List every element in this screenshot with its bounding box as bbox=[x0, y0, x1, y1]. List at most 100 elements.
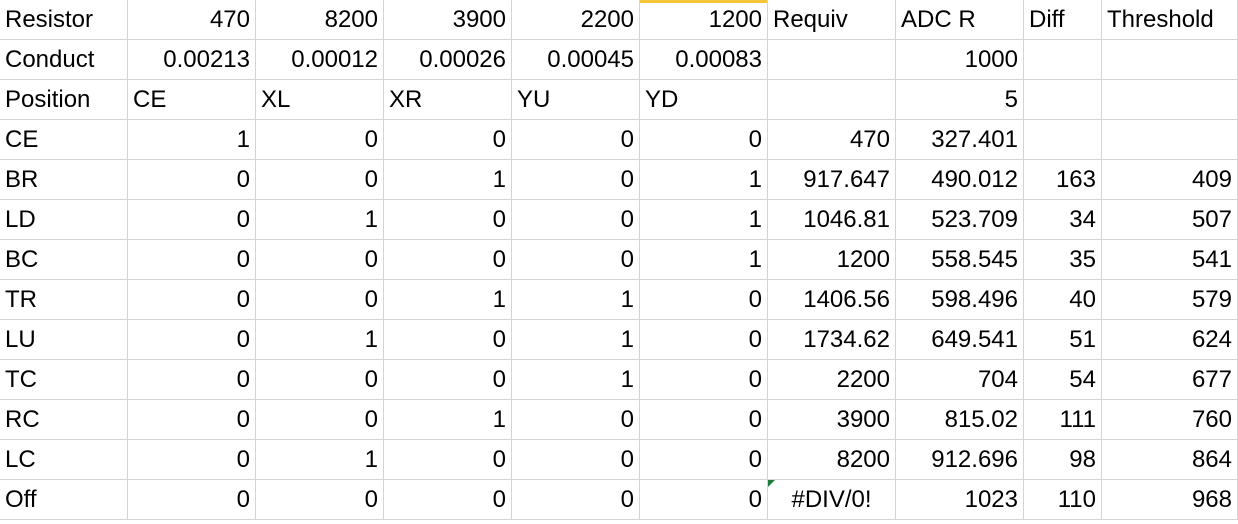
cell-b1[interactable]: 470 bbox=[128, 0, 256, 40]
cell-b2[interactable]: 0.00213 bbox=[128, 40, 256, 80]
cell-b11[interactable]: 0 bbox=[128, 400, 256, 440]
cell-b5[interactable]: 0 bbox=[128, 160, 256, 200]
cell-j7[interactable]: 541 bbox=[1102, 240, 1238, 280]
cell-j11[interactable]: 760 bbox=[1102, 400, 1238, 440]
cell-i11[interactable]: 111 bbox=[1024, 400, 1102, 440]
cell-i7[interactable]: 35 bbox=[1024, 240, 1102, 280]
cell-f3[interactable]: YD bbox=[640, 80, 768, 120]
cell-a4[interactable]: CE bbox=[0, 120, 128, 160]
cell-a3[interactable]: Position bbox=[0, 80, 128, 120]
cell-c5[interactable]: 0 bbox=[256, 160, 384, 200]
cell-j6[interactable]: 507 bbox=[1102, 200, 1238, 240]
cell-f9[interactable]: 0 bbox=[640, 320, 768, 360]
cell-f10[interactable]: 0 bbox=[640, 360, 768, 400]
cell-f11[interactable]: 0 bbox=[640, 400, 768, 440]
cell-e3[interactable]: YU bbox=[512, 80, 640, 120]
cell-c2[interactable]: 0.00012 bbox=[256, 40, 384, 80]
cell-g4[interactable]: 470 bbox=[768, 120, 896, 160]
cell-g12[interactable]: 8200 bbox=[768, 440, 896, 480]
cell-e2[interactable]: 0.00045 bbox=[512, 40, 640, 80]
cell-c7[interactable]: 0 bbox=[256, 240, 384, 280]
cell-h7[interactable]: 558.545 bbox=[896, 240, 1024, 280]
cell-h13[interactable]: 1023 bbox=[896, 480, 1024, 520]
cell-g8[interactable]: 1406.56 bbox=[768, 280, 896, 320]
cell-e12[interactable]: 0 bbox=[512, 440, 640, 480]
cell-a9[interactable]: LU bbox=[0, 320, 128, 360]
cell-h6[interactable]: 523.709 bbox=[896, 200, 1024, 240]
cell-e5[interactable]: 0 bbox=[512, 160, 640, 200]
cell-h9[interactable]: 649.541 bbox=[896, 320, 1024, 360]
cell-e13[interactable]: 0 bbox=[512, 480, 640, 520]
cell-d3[interactable]: XR bbox=[384, 80, 512, 120]
cell-a5[interactable]: BR bbox=[0, 160, 128, 200]
cell-b13[interactable]: 0 bbox=[128, 480, 256, 520]
cell-e7[interactable]: 0 bbox=[512, 240, 640, 280]
cell-g5[interactable]: 917.647 bbox=[768, 160, 896, 200]
cell-i6[interactable]: 34 bbox=[1024, 200, 1102, 240]
cell-i10[interactable]: 54 bbox=[1024, 360, 1102, 400]
cell-f2[interactable]: 0.00083 bbox=[640, 40, 768, 80]
cell-a13[interactable]: Off bbox=[0, 480, 128, 520]
cell-g11[interactable]: 3900 bbox=[768, 400, 896, 440]
cell-i1[interactable]: Diff bbox=[1024, 0, 1102, 40]
cell-j1[interactable]: Threshold bbox=[1102, 0, 1238, 40]
cell-i8[interactable]: 40 bbox=[1024, 280, 1102, 320]
cell-h1[interactable]: ADC R bbox=[896, 0, 1024, 40]
cell-h5[interactable]: 490.012 bbox=[896, 160, 1024, 200]
cell-f5[interactable]: 1 bbox=[640, 160, 768, 200]
cell-d8[interactable]: 1 bbox=[384, 280, 512, 320]
cell-h4[interactable]: 327.401 bbox=[896, 120, 1024, 160]
cell-f13[interactable]: 0 bbox=[640, 480, 768, 520]
cell-g7[interactable]: 1200 bbox=[768, 240, 896, 280]
cell-e1[interactable]: 2200 bbox=[512, 0, 640, 40]
cell-j13[interactable]: 968 bbox=[1102, 480, 1238, 520]
cell-g9[interactable]: 1734.62 bbox=[768, 320, 896, 360]
cell-a6[interactable]: LD bbox=[0, 200, 128, 240]
cell-f4[interactable]: 0 bbox=[640, 120, 768, 160]
cell-c3[interactable]: XL bbox=[256, 80, 384, 120]
cell-g2[interactable] bbox=[768, 40, 896, 80]
cell-c8[interactable]: 0 bbox=[256, 280, 384, 320]
cell-b12[interactable]: 0 bbox=[128, 440, 256, 480]
cell-f6[interactable]: 1 bbox=[640, 200, 768, 240]
cell-d2[interactable]: 0.00026 bbox=[384, 40, 512, 80]
spreadsheet-grid[interactable]: Resistor 470 8200 3900 2200 1200 Requiv ADC R Di… bbox=[0, 0, 1238, 524]
cell-g6[interactable]: 1046.81 bbox=[768, 200, 896, 240]
cell-e11[interactable]: 0 bbox=[512, 400, 640, 440]
cell-i3[interactable] bbox=[1024, 80, 1102, 120]
cell-i2[interactable] bbox=[1024, 40, 1102, 80]
cell-d7[interactable]: 0 bbox=[384, 240, 512, 280]
cell-d11[interactable]: 1 bbox=[384, 400, 512, 440]
cell-e6[interactable]: 0 bbox=[512, 200, 640, 240]
cell-e10[interactable]: 1 bbox=[512, 360, 640, 400]
cell-i13[interactable]: 110 bbox=[1024, 480, 1102, 520]
cell-d13[interactable]: 0 bbox=[384, 480, 512, 520]
cell-f8[interactable]: 0 bbox=[640, 280, 768, 320]
cell-a2[interactable]: Conduct bbox=[0, 40, 128, 80]
cell-d5[interactable]: 1 bbox=[384, 160, 512, 200]
cell-j3[interactable] bbox=[1102, 80, 1238, 120]
cell-d6[interactable]: 0 bbox=[384, 200, 512, 240]
cell-b9[interactable]: 0 bbox=[128, 320, 256, 360]
cell-e8[interactable]: 1 bbox=[512, 280, 640, 320]
cell-h3[interactable]: 5 bbox=[896, 80, 1024, 120]
cell-d12[interactable]: 0 bbox=[384, 440, 512, 480]
cell-e4[interactable]: 0 bbox=[512, 120, 640, 160]
cell-b7[interactable]: 0 bbox=[128, 240, 256, 280]
cell-j12[interactable]: 864 bbox=[1102, 440, 1238, 480]
cell-j5[interactable]: 409 bbox=[1102, 160, 1238, 200]
cell-a11[interactable]: RC bbox=[0, 400, 128, 440]
cell-c1[interactable]: 8200 bbox=[256, 0, 384, 40]
cell-c6[interactable]: 1 bbox=[256, 200, 384, 240]
cell-h12[interactable]: 912.696 bbox=[896, 440, 1024, 480]
cell-e9[interactable]: 1 bbox=[512, 320, 640, 360]
cell-f7[interactable]: 1 bbox=[640, 240, 768, 280]
cell-d4[interactable]: 0 bbox=[384, 120, 512, 160]
cell-d9[interactable]: 0 bbox=[384, 320, 512, 360]
cell-a7[interactable]: BC bbox=[0, 240, 128, 280]
cell-b3[interactable]: CE bbox=[128, 80, 256, 120]
cell-b10[interactable]: 0 bbox=[128, 360, 256, 400]
cell-f12[interactable]: 0 bbox=[640, 440, 768, 480]
cell-c10[interactable]: 0 bbox=[256, 360, 384, 400]
cell-c12[interactable]: 1 bbox=[256, 440, 384, 480]
